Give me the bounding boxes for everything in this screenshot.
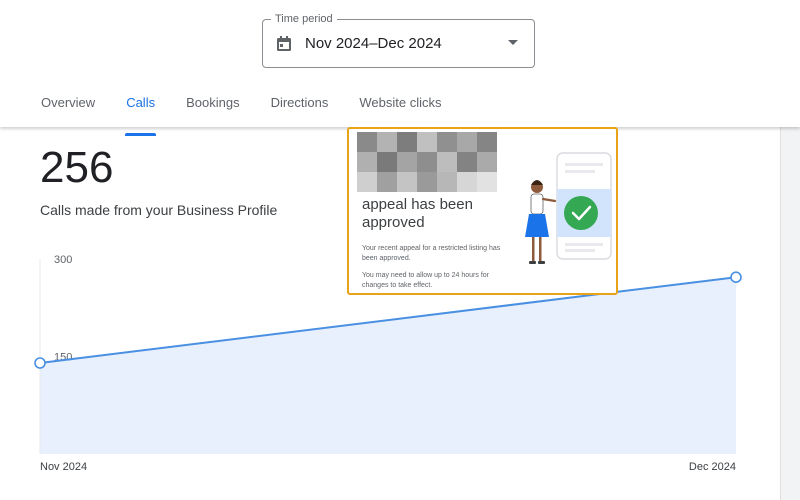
data-point-1 — [730, 271, 742, 284]
tab-website-clicks[interactable]: Website clicks — [358, 95, 442, 127]
approval-illustration — [525, 152, 612, 264]
redacted-image — [357, 132, 497, 192]
x-tick-label-1: Dec 2024 — [689, 461, 736, 473]
appeal-approved-card[interactable]: appeal has been approved Your recent app… — [347, 127, 618, 295]
calls-total: 256 — [40, 143, 114, 192]
tab-bookings[interactable]: Bookings — [185, 95, 240, 127]
caret-down-icon[interactable] — [507, 39, 519, 47]
card-message: Your recent appeal for a restricted list… — [362, 245, 501, 262]
check-circle-icon — [564, 196, 598, 230]
tab-directions[interactable]: Directions — [270, 95, 330, 127]
tab-overview[interactable]: Overview — [40, 95, 96, 127]
time-period-selector[interactable]: Time period Nov 2024–Dec 2024 — [262, 12, 535, 68]
y-tick-label-1: 300 — [54, 254, 72, 266]
chart-area — [40, 277, 736, 454]
card-note: You may need to allow up to 24 hours for… — [362, 272, 489, 289]
time-period-label: Time period — [271, 12, 337, 26]
x-tick-label-0: Nov 2024 — [40, 461, 87, 473]
calendar-icon — [277, 36, 291, 51]
header: Time period Nov 2024–Dec 2024 Overview C… — [0, 0, 800, 136]
tab-bar: Overview Calls Bookings Directions Websi… — [40, 95, 472, 136]
tab-calls[interactable]: Calls — [125, 95, 157, 136]
calls-caption: Calls made from your Business Profile — [40, 202, 278, 218]
scrollbar-track[interactable] — [780, 127, 800, 500]
card-heading: appeal has been approved — [362, 196, 473, 231]
time-period-value: Nov 2024–Dec 2024 — [305, 35, 442, 52]
data-point-0 — [34, 357, 46, 369]
